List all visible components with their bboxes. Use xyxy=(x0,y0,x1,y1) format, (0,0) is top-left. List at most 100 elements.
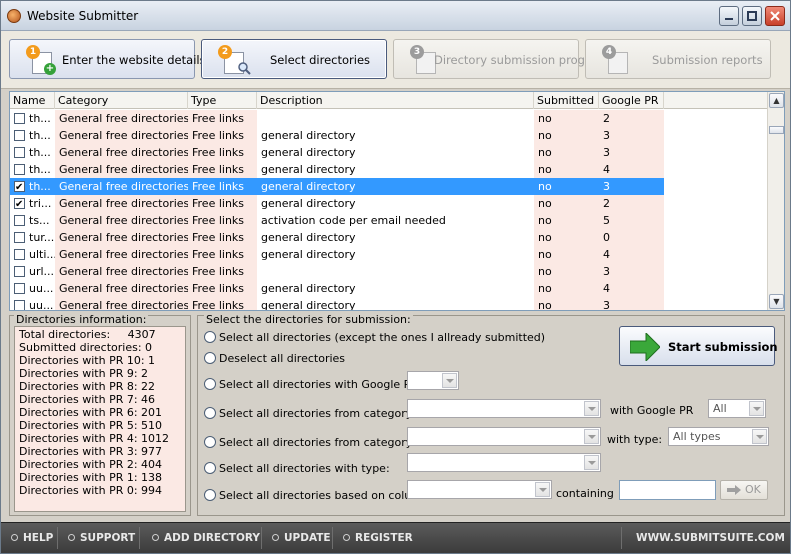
chevron-down-icon xyxy=(584,401,599,416)
bullet-icon xyxy=(272,534,279,541)
column-header-category[interactable]: Category xyxy=(55,92,188,109)
column-header-submitted[interactable]: Submitted xyxy=(534,92,599,109)
footer-bar: HELP SUPPORT ADD DIRECTORY UPDATE REGIST… xyxy=(1,522,790,553)
table-row[interactable]: th...General free directoriesFree linksg… xyxy=(10,127,767,144)
radio-button[interactable] xyxy=(204,489,216,501)
footer-divider xyxy=(621,527,622,549)
window-title: Website Submitter xyxy=(27,9,139,23)
row-checkbox[interactable] xyxy=(14,179,25,195)
row-checkbox[interactable] xyxy=(14,196,25,212)
chevron-down-icon xyxy=(749,401,764,416)
table-row[interactable]: ulti... General free directories Free link… xyxy=(10,246,767,263)
ok-button[interactable]: OK xyxy=(720,480,768,500)
footer-site-link[interactable]: WWW.SUBMITSUITE.COM xyxy=(636,532,785,544)
google-pr-select[interactable] xyxy=(407,371,459,390)
step-directory-submission-progress-button[interactable]: 3 Directory submission progress xyxy=(393,39,608,79)
row-checkbox[interactable] xyxy=(14,130,25,141)
radio-button[interactable] xyxy=(204,378,216,390)
cell-submitted: no xyxy=(534,110,599,127)
type-select[interactable] xyxy=(407,453,601,472)
table-row[interactable]: ts... General free directories Free links a… xyxy=(10,212,767,229)
table-row[interactable]: th... General free directories Free links n… xyxy=(10,110,767,127)
chevron-down-icon xyxy=(535,482,550,497)
cell-name-container: th... xyxy=(10,178,55,195)
radio-button[interactable] xyxy=(204,352,216,364)
radio-button[interactable] xyxy=(204,436,216,448)
row-checkbox[interactable] xyxy=(14,113,25,124)
green-arrow-icon xyxy=(630,333,660,361)
radio-select-all-except-submitted[interactable]: Select all directories (except the ones … xyxy=(204,331,545,345)
row-checkbox[interactable] xyxy=(14,249,25,260)
cell-category: General free directories xyxy=(55,144,188,161)
minimize-button[interactable] xyxy=(719,6,739,26)
row-checkbox[interactable] xyxy=(14,232,25,243)
table-row[interactable]: uu... General free directories Free links g… xyxy=(10,297,767,310)
cell-submitted: no xyxy=(534,263,599,280)
row-checkbox[interactable] xyxy=(14,266,25,277)
column-select[interactable] xyxy=(407,480,552,499)
scroll-down-arrow-icon[interactable]: ▼ xyxy=(769,294,784,309)
row-checkbox[interactable] xyxy=(14,164,25,175)
row-checkbox[interactable] xyxy=(14,300,25,310)
footer-update-link[interactable]: UPDATE xyxy=(272,532,331,544)
radio-select-by-category-and-type[interactable]: Select all directories from category: xyxy=(204,436,415,450)
info-line-pr7: Directories with PR 7: 46 xyxy=(19,393,156,406)
chevron-down-icon xyxy=(442,373,457,388)
cell-pr: 5 xyxy=(599,212,664,229)
category-type-select[interactable] xyxy=(407,427,601,446)
step-enter-website-details-button[interactable]: + 1 Enter the website details xyxy=(9,39,206,79)
cell-name: th... xyxy=(29,146,51,159)
radio-select-by-column[interactable]: Select all directories based on column: xyxy=(204,489,433,503)
containing-text-input[interactable] xyxy=(619,480,716,500)
table-row[interactable]: th...General free directoriesFree linksg… xyxy=(10,144,767,161)
table-row[interactable]: tri...General free directoriesFree links… xyxy=(10,195,767,212)
app-window: Website Submitter + 1 Enter the website … xyxy=(0,0,791,554)
cell-pr: 3 xyxy=(599,263,664,280)
info-line-pr1: Directories with PR 1: 138 xyxy=(19,471,163,484)
row-checkbox[interactable] xyxy=(14,147,25,158)
radio-deselect-all[interactable]: Deselect all directories xyxy=(204,352,345,366)
radio-select-by-category-and-pr[interactable]: Select all directories from category: xyxy=(204,407,415,421)
radio-button[interactable] xyxy=(204,462,216,474)
footer-link-label: HELP xyxy=(23,532,54,544)
footer-add-directory-link[interactable]: ADD DIRECTORY xyxy=(152,532,260,544)
footer-support-link[interactable]: SUPPORT xyxy=(68,532,135,544)
column-header-description[interactable]: Description xyxy=(257,92,534,109)
scrollbar-thumb[interactable] xyxy=(769,126,784,134)
directories-table[interactable]: Name Category Type Description Submitted… xyxy=(9,91,785,311)
info-line-pr4: Directories with PR 4: 1012 xyxy=(19,432,170,445)
scroll-up-arrow-icon[interactable]: ▲ xyxy=(769,93,784,108)
cell-name: uu... xyxy=(29,282,54,295)
table-vertical-scrollbar[interactable]: ▲ ▼ xyxy=(767,92,784,310)
step-submission-reports-button[interactable]: 4 Submission reports xyxy=(585,39,771,79)
column-header-type[interactable]: Type xyxy=(188,92,257,109)
table-row[interactable]: th...General free directoriesFree linksg… xyxy=(10,161,767,178)
info-line-pr10: Directories with PR 10: 1 xyxy=(19,354,156,367)
category-pr-select[interactable] xyxy=(407,399,601,418)
table-row[interactable]: th...General free directoriesFree linksg… xyxy=(10,178,767,195)
table-row[interactable]: url... General free directories Free links… xyxy=(10,263,767,280)
radio-select-by-google-pr[interactable]: Select all directories with Google PR: xyxy=(204,378,421,392)
column-header-name[interactable]: Name xyxy=(10,92,55,109)
row-checkbox[interactable] xyxy=(14,283,25,294)
radio-label: Select all directories based on column: xyxy=(219,489,433,502)
radio-button[interactable] xyxy=(204,407,216,419)
start-submission-button[interactable]: Start submission xyxy=(619,326,778,366)
radio-button[interactable] xyxy=(204,331,216,343)
close-button[interactable] xyxy=(765,6,785,26)
cell-name: url... xyxy=(29,265,55,278)
maximize-button[interactable] xyxy=(742,6,762,26)
type-filter-select[interactable]: All types xyxy=(668,427,769,446)
step-select-directories-button[interactable]: 2 Select directories xyxy=(201,39,387,79)
cell-category: General free directories xyxy=(55,195,188,212)
radio-select-by-type[interactable]: Select all directories with type: xyxy=(204,462,390,476)
footer-help-link[interactable]: HELP xyxy=(11,532,53,544)
title-bar: Website Submitter xyxy=(1,1,790,31)
row-checkbox[interactable] xyxy=(14,215,25,226)
cell-type: Free links xyxy=(188,246,257,263)
pr-filter-select[interactable]: All xyxy=(708,399,766,418)
column-header-google-pr[interactable]: Google PR xyxy=(599,92,664,109)
table-row[interactable]: uu... General free directories Free links g… xyxy=(10,280,767,297)
table-row[interactable]: tur... General free directories Free links… xyxy=(10,229,767,246)
footer-register-link[interactable]: REGISTER xyxy=(343,532,413,544)
